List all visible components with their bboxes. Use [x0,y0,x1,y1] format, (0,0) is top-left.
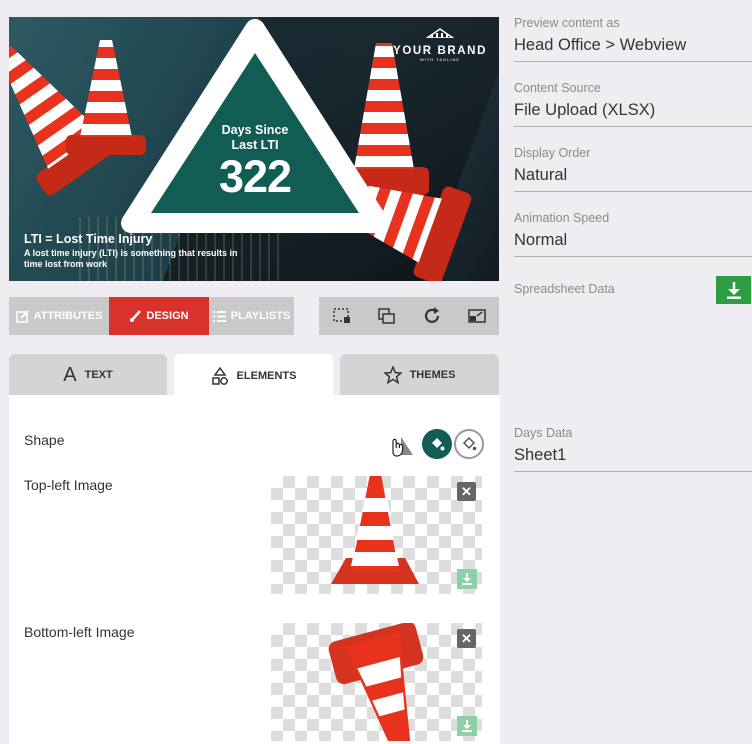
animation-speed-label: Animation Speed [514,211,610,225]
display-order-select[interactable]: Natural [514,166,752,192]
animation-speed-select[interactable]: Normal [514,231,752,257]
building-icon [424,28,456,39]
bottom-left-image-preview[interactable]: ✕ [271,623,482,741]
content-source-field[interactable]: Content Source File Upload (XLSX) [514,81,752,127]
lti-heading: LTI = Lost Time Injury [24,232,153,246]
refresh-button[interactable] [409,297,454,335]
tipped-cone-image [328,623,424,741]
download-icon [462,573,472,585]
resize-button[interactable] [454,297,499,335]
refresh-icon [424,307,439,323]
mode-tabs: ATTRIBUTES DESIGN PLAYLISTS [9,297,294,335]
fill-color-button[interactable] [422,429,452,459]
preview-as-field[interactable]: Preview content as Head Office > Webview [514,16,752,62]
preview-tools [319,297,499,335]
paint-bucket-outline-icon [462,436,477,451]
tab-attributes-label: ATTRIBUTES [33,310,103,322]
download-icon [462,720,472,732]
layers-icon [377,308,395,324]
traffic-cone-image [331,476,419,584]
brand-name: YOUR BRAND [393,45,487,57]
resize-icon [467,309,486,323]
display-order-field[interactable]: Display Order Natural [514,146,752,192]
bottom-left-image-label: Bottom-left Image [24,624,135,640]
download-spreadsheet-button[interactable] [716,276,751,304]
download-top-left-image-button[interactable] [457,569,477,589]
tab-themes[interactable]: THEMES [340,354,499,396]
brand-logo: YOUR BRAND WITH TAGLINE [393,27,487,62]
select-area-button[interactable] [319,297,364,335]
sign-line-1: Days Since [221,123,289,137]
top-left-image-preview[interactable]: ✕ [271,476,482,594]
tab-playlists-label: PLAYLISTS [230,310,291,322]
lti-caption: LTI = Lost Time Injury A lost time injur… [24,232,239,270]
brush-icon [130,310,142,322]
preview-as-select[interactable]: Head Office > Webview [514,36,752,62]
download-bottom-left-image-button[interactable] [457,716,477,736]
remove-top-left-image-button[interactable]: ✕ [457,482,476,501]
tab-design[interactable]: DESIGN [109,297,209,335]
select-area-icon [332,308,350,323]
days-count: 322 [218,151,292,202]
lti-description: A lost time injury (LTI) is something th… [24,248,238,269]
no-fill-button[interactable] [454,429,484,459]
days-data-field[interactable]: Days Data Sheet1 [514,426,752,472]
layers-button[interactable] [364,297,409,335]
paint-bucket-icon [432,438,445,451]
tab-elements-label: ELEMENTS [236,370,297,382]
tab-themes-label: THEMES [409,369,456,381]
shape-label: Shape [24,432,65,448]
download-icon [726,281,741,299]
tab-playlists[interactable]: PLAYLISTS [209,297,294,335]
brand-tagline: WITH TAGLINE [419,57,461,62]
spreadsheet-data-field: Spreadsheet Data [514,282,704,296]
animation-speed-field[interactable]: Animation Speed Normal [514,211,752,257]
tab-elements[interactable]: ELEMENTS [174,354,333,398]
cursor-hand-icon [392,437,413,457]
tab-text-label: TEXT [84,369,113,381]
days-data-select[interactable]: Sheet1 [514,446,752,472]
content-source-label: Content Source [514,81,601,95]
elements-panel: Shape Top-left Image ✕ Bottom-left Image [9,395,500,744]
content-preview: YOUR BRAND WITH TAGLINE Days Since Last … [9,17,499,281]
preview-as-label: Preview content as [514,16,620,30]
days-data-label: Days Data [514,426,573,440]
edit-icon [15,309,29,323]
shapes-icon [211,367,228,385]
remove-bottom-left-image-button[interactable]: ✕ [457,629,476,648]
cone-top-left-2 [66,40,146,155]
display-order-label: Display Order [514,146,591,160]
days-since-sign: Days Since Last LTI 322 [185,123,325,201]
star-icon [383,366,402,384]
content-source-select[interactable]: File Upload (XLSX) [514,101,752,127]
top-left-image-label: Top-left Image [24,477,113,493]
tab-text[interactable]: A TEXT [9,354,167,396]
tab-attributes[interactable]: ATTRIBUTES [9,297,109,335]
tab-design-label: DESIGN [146,310,189,322]
list-icon [212,310,226,322]
text-icon: A [63,363,77,386]
spreadsheet-data-label: Spreadsheet Data [514,282,615,296]
